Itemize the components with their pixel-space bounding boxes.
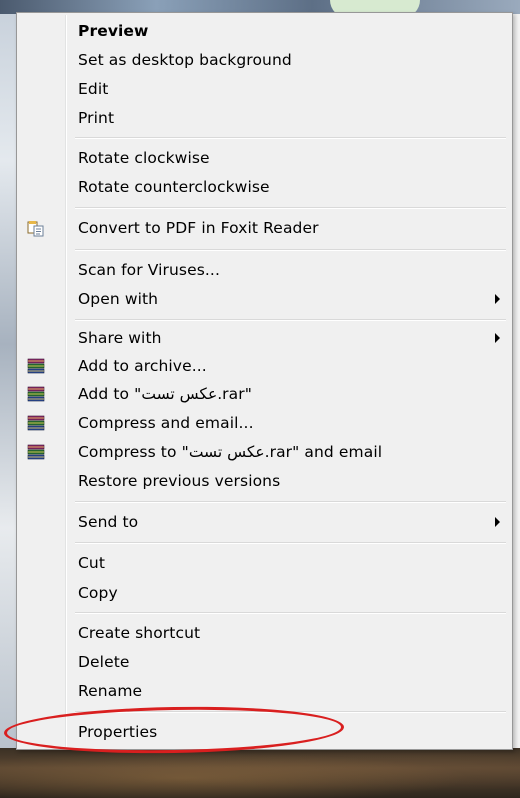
desktop-background-left	[0, 14, 16, 748]
menu-item-label: Delete	[78, 653, 130, 671]
winrar-books-icon	[27, 414, 45, 432]
menu-item-open-with[interactable]: Open with	[19, 285, 510, 313]
submenu-arrow-icon	[495, 517, 500, 527]
submenu-arrow-icon	[495, 333, 500, 343]
winrar-books-icon	[27, 385, 45, 403]
menu-item-label: Add to archive...	[78, 357, 207, 375]
menu-item-label: Open with	[78, 290, 159, 308]
winrar-books-icon	[27, 443, 45, 461]
menu-item-edit[interactable]: Edit	[19, 75, 510, 103]
menu-item-copy[interactable]: Copy	[19, 579, 510, 607]
menu-separator	[75, 612, 506, 614]
menu-item-label: Preview	[78, 22, 149, 40]
winrar-books-icon	[27, 357, 45, 375]
menu-item-label: Create shortcut	[78, 624, 201, 642]
menu-item-restore-previous-versions[interactable]: Restore previous versions	[19, 467, 510, 495]
menu-item-label: Print	[78, 109, 115, 127]
context-menu: Preview Set as desktop background Edit P…	[16, 12, 513, 750]
menu-item-compress-to-rar-and-email[interactable]: Compress to "عکس تست.rar" and email	[19, 438, 510, 466]
menu-item-label: Send to	[78, 513, 139, 531]
menu-item-label: Add to "عکس تست.rar"	[78, 385, 252, 403]
menu-separator	[75, 137, 506, 139]
menu-item-label: Scan for Viruses...	[78, 261, 220, 279]
menu-item-label: Copy	[78, 584, 118, 602]
menu-item-share-with[interactable]: Share with	[19, 324, 510, 352]
menu-item-label: Cut	[78, 554, 106, 572]
menu-separator	[75, 501, 506, 503]
menu-item-add-to-rar[interactable]: Add to "عکس تست.rar"	[19, 380, 510, 408]
menu-item-rotate-clockwise[interactable]: Rotate clockwise	[19, 144, 510, 172]
menu-item-add-to-archive[interactable]: Add to archive...	[19, 352, 510, 380]
menu-item-label: Edit	[78, 80, 109, 98]
submenu-arrow-icon	[495, 294, 500, 304]
menu-item-label: Restore previous versions	[78, 472, 281, 490]
menu-separator	[75, 249, 506, 251]
desktop-background-bottom	[0, 748, 520, 798]
menu-item-set-desktop-background[interactable]: Set as desktop background	[19, 46, 510, 74]
menu-item-label: Rename	[78, 682, 143, 700]
menu-item-delete[interactable]: Delete	[19, 648, 510, 676]
menu-item-rename[interactable]: Rename	[19, 677, 510, 705]
menu-item-cut[interactable]: Cut	[19, 549, 510, 577]
menu-separator	[75, 207, 506, 209]
menu-item-compress-and-email[interactable]: Compress and email...	[19, 409, 510, 437]
menu-item-scan-for-viruses[interactable]: Scan for Viruses...	[19, 256, 510, 284]
menu-separator	[75, 319, 506, 321]
menu-item-label: Rotate clockwise	[78, 149, 210, 167]
menu-item-label: Compress to "عکس تست.rar" and email	[78, 443, 383, 461]
menu-item-label: Set as desktop background	[78, 51, 292, 69]
menu-item-label: Share with	[78, 329, 162, 347]
menu-item-label: Compress and email...	[78, 414, 254, 432]
menu-item-convert-to-pdf[interactable]: Convert to PDF in Foxit Reader	[19, 214, 510, 242]
menu-item-label: Convert to PDF in Foxit Reader	[78, 219, 319, 237]
menu-item-send-to[interactable]: Send to	[19, 508, 510, 536]
menu-item-create-shortcut[interactable]: Create shortcut	[19, 619, 510, 647]
menu-item-label: Rotate counterclockwise	[78, 178, 270, 196]
menu-item-print[interactable]: Print	[19, 104, 510, 132]
menu-item-rotate-counterclockwise[interactable]: Rotate counterclockwise	[19, 173, 510, 201]
foxit-convert-icon	[27, 219, 45, 237]
menu-item-preview[interactable]: Preview	[19, 17, 510, 45]
menu-separator	[75, 542, 506, 544]
